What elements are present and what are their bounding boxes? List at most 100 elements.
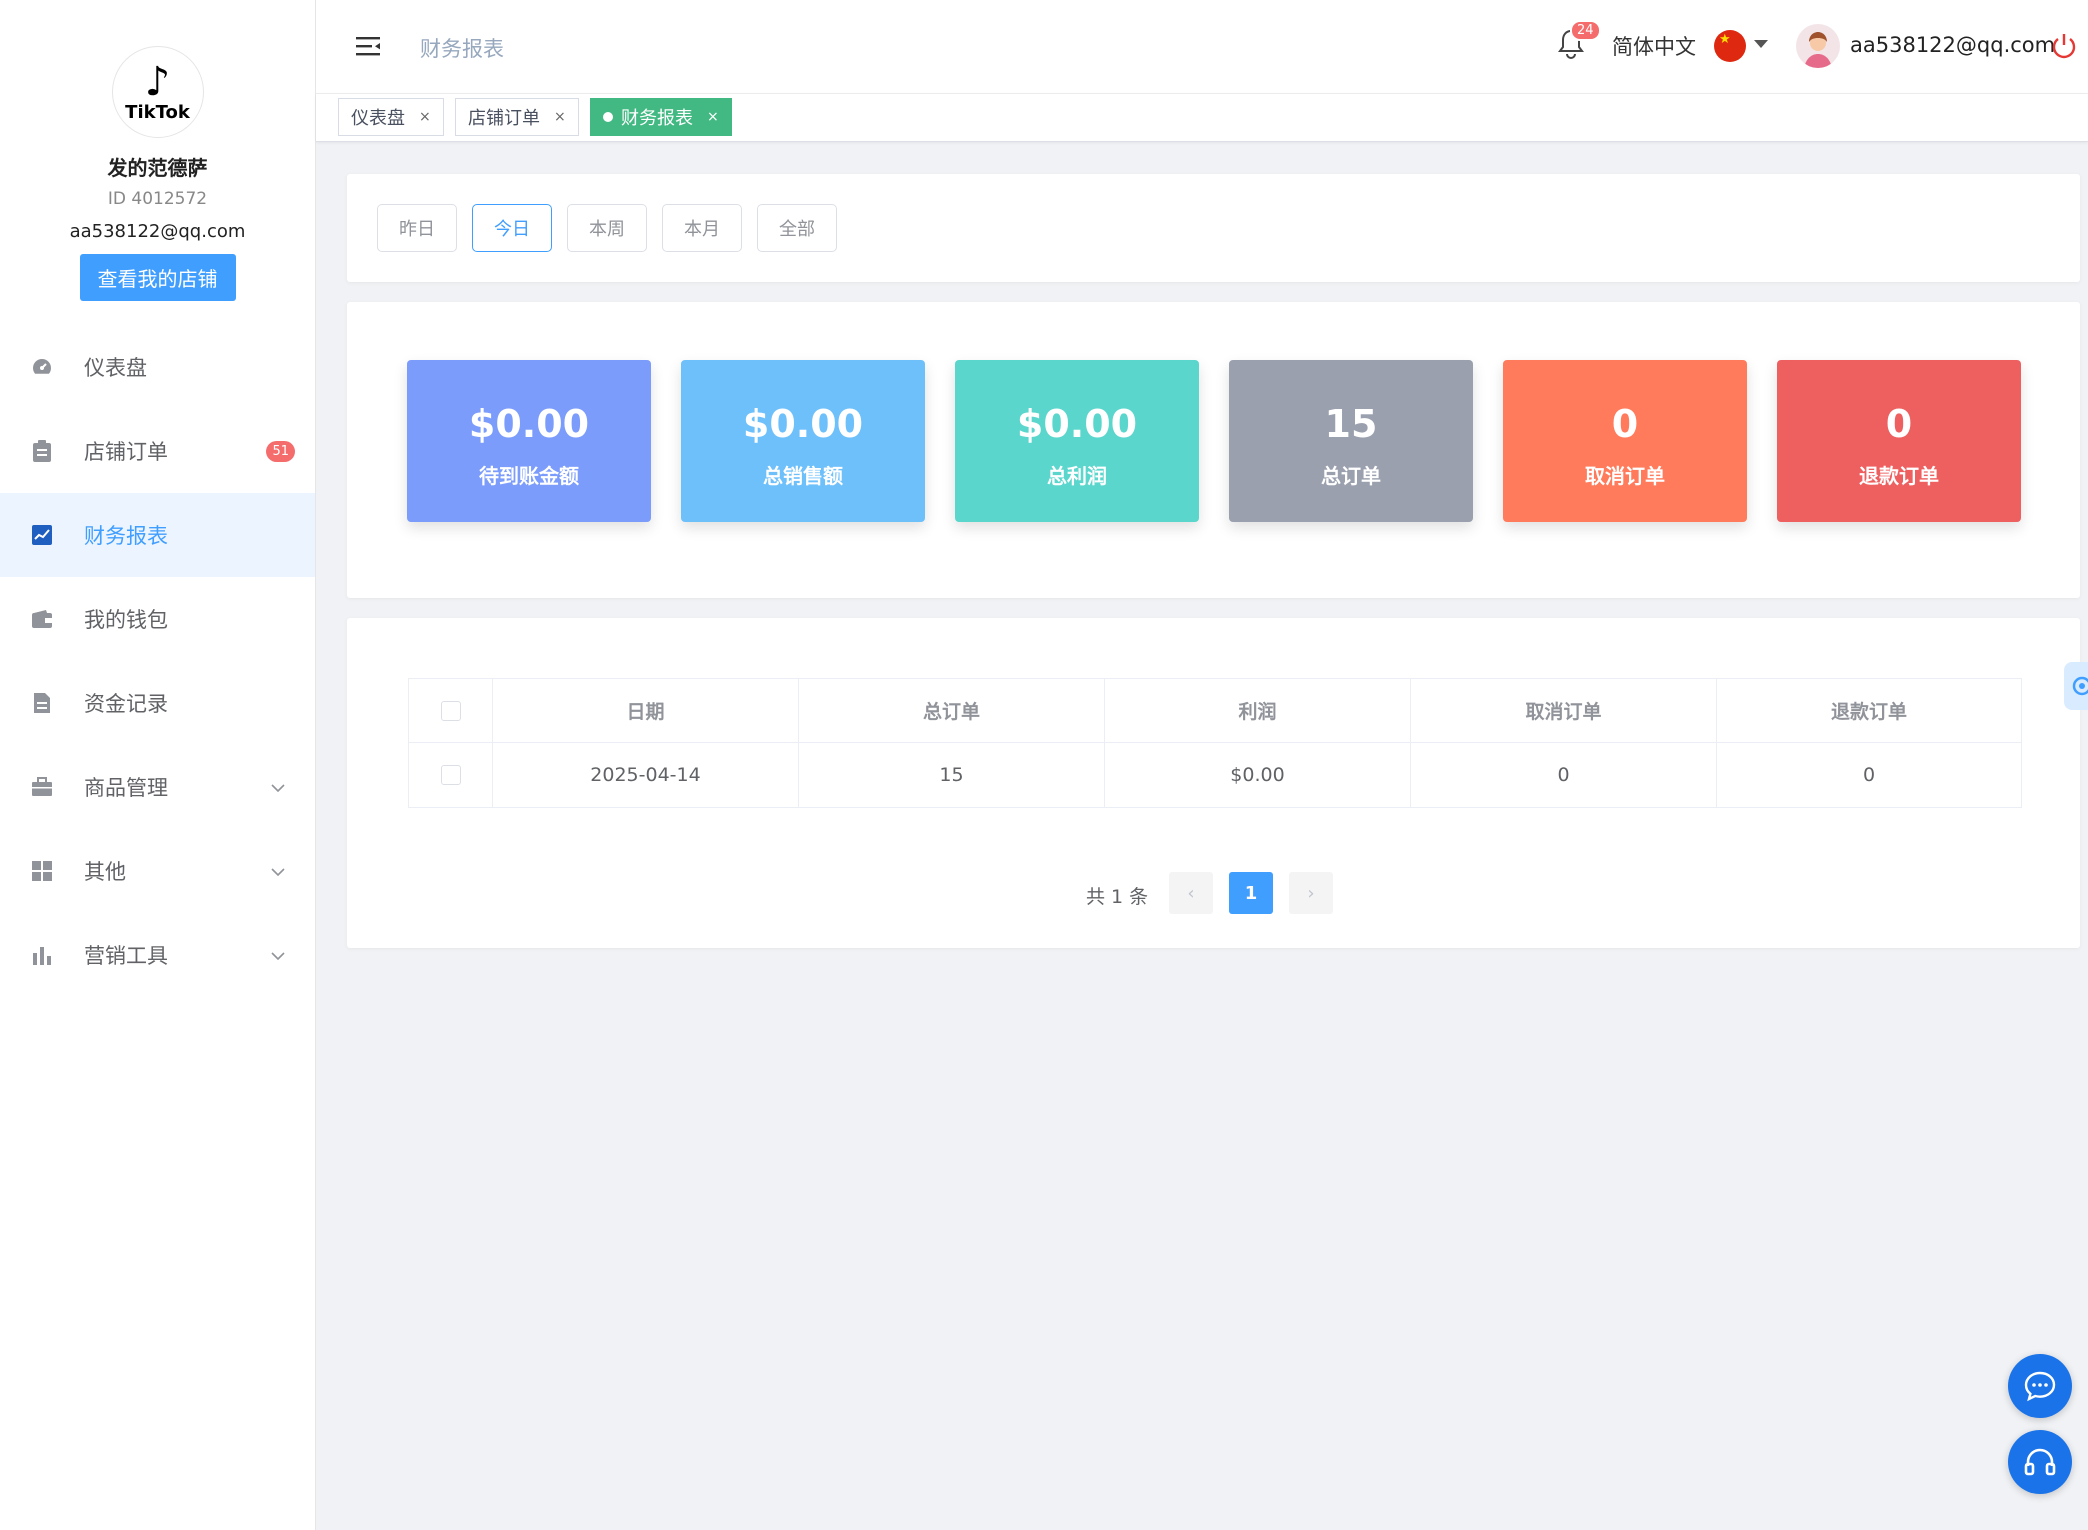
sidebar: ♪ TikTok 发的范德萨 ID 4012572 aa538122@qq.co… [0, 0, 316, 1530]
sidebar-item-financial-report[interactable]: 财务报表 [0, 493, 315, 577]
sidebar-item-dashboard[interactable]: 仪表盘 [0, 325, 315, 409]
tag-label: 仪表盘 [351, 108, 405, 129]
stat-label: 取消订单 [1585, 464, 1665, 488]
filter-all-button[interactable]: 全部 [757, 204, 837, 252]
row-checkbox[interactable] [440, 765, 461, 785]
column-header-cancelled-orders[interactable]: 取消订单 [1411, 679, 1717, 742]
tag-shop-orders[interactable]: 店铺订单 × [455, 98, 579, 136]
column-header-profit[interactable]: 利润 [1105, 679, 1411, 742]
stat-value: 0 [1885, 402, 1913, 446]
sidebar-item-shop-orders[interactable]: 店铺订单 51 [0, 409, 315, 493]
select-all-checkbox[interactable] [440, 700, 461, 721]
settings-side-tab[interactable] [2064, 662, 2088, 710]
filter-today-button[interactable]: 今日 [472, 204, 552, 252]
stat-value: $0.00 [1016, 402, 1138, 446]
table-row: 2025-04-14 15 $0.00 0 0 [409, 743, 2021, 807]
stat-label: 退款订单 [1859, 464, 1939, 488]
tag-financial-report[interactable]: 财务报表 × [590, 98, 732, 136]
chevron-down-icon [271, 862, 285, 881]
language-selector[interactable]: 简体中文 [1612, 31, 1696, 61]
report-table-card: 日期 总订单 利润 取消订单 退款订单 2025-04-14 15 $0.00 … [347, 618, 2080, 948]
close-icon[interactable]: × [554, 109, 566, 125]
view-my-shop-button[interactable]: 查看我的店铺 [79, 254, 236, 301]
column-header-total-orders[interactable]: 总订单 [799, 679, 1105, 742]
stat-value: 0 [1611, 402, 1639, 446]
stat-label: 待到账金额 [479, 464, 579, 488]
sidebar-item-label: 我的钱包 [84, 608, 168, 632]
chat-bubble-icon [2024, 1371, 2056, 1402]
tag-dashboard[interactable]: 仪表盘 × [338, 98, 444, 136]
sidebar-item-label: 店铺订单 [84, 440, 168, 464]
grid-icon [30, 859, 54, 883]
next-page-button[interactable]: › [1289, 872, 1333, 914]
music-note-icon: ♪ [144, 59, 171, 105]
top-header: 财务报表 24 简体中文 ★ aa538122@qq.com [316, 0, 2088, 94]
bar-chart-icon [30, 943, 54, 967]
prev-page-button[interactable]: ‹ [1169, 872, 1213, 914]
cell-profit: $0.00 [1105, 743, 1411, 807]
chart-icon [30, 523, 54, 547]
stat-value: $0.00 [742, 402, 864, 446]
pagination: 共 1 条 ‹ 1 › [347, 872, 2080, 914]
date-filter-card: 昨日 今日 本周 本月 全部 [347, 174, 2080, 282]
caret-down-icon[interactable] [1754, 40, 1768, 48]
stat-value: 15 [1324, 402, 1378, 446]
stat-total-orders: 15 总订单 [1229, 360, 1473, 522]
china-flag-icon[interactable]: ★ [1714, 30, 1746, 62]
sidebar-menu: 仪表盘 店铺订单 51 财务报表 我的钱包 资金记录 商品管理 其他 营销工具 [0, 325, 315, 997]
tags-view-bar: 仪表盘 × 店铺订单 × 财务报表 × [316, 94, 2088, 142]
customer-service-button[interactable] [2008, 1430, 2072, 1494]
column-header-refund-orders[interactable]: 退款订单 [1717, 679, 2021, 742]
dashboard-icon [30, 355, 54, 379]
avatar[interactable] [1796, 24, 1840, 68]
sidebar-item-label: 资金记录 [84, 692, 168, 716]
tiktok-logo: ♪ TikTok [111, 46, 204, 138]
stat-cancelled-orders: 0 取消订单 [1503, 360, 1747, 522]
menu-toggle-icon[interactable] [356, 36, 382, 62]
close-icon[interactable]: × [707, 109, 719, 125]
row-select-cell [409, 743, 493, 807]
stat-value: $0.00 [468, 402, 590, 446]
filter-yesterday-button[interactable]: 昨日 [377, 204, 457, 252]
sidebar-item-label: 仪表盘 [84, 356, 147, 380]
document-icon [30, 691, 54, 715]
cell-refund-orders: 0 [1862, 764, 1876, 786]
column-header-date[interactable]: 日期 [493, 679, 799, 742]
report-table: 日期 总订单 利润 取消订单 退款订单 2025-04-14 15 $0.00 … [408, 678, 2022, 808]
select-all-cell [409, 679, 493, 742]
sidebar-item-fund-records[interactable]: 资金记录 [0, 661, 315, 745]
sidebar-item-product-management[interactable]: 商品管理 [0, 745, 315, 829]
user-email[interactable]: aa538122@qq.com [1850, 33, 2055, 57]
orders-count-badge: 51 [266, 440, 295, 462]
active-dot-icon [603, 112, 613, 122]
shop-email: aa538122@qq.com [69, 221, 246, 242]
logo-word: TikTok [125, 102, 190, 123]
filter-this-month-button[interactable]: 本月 [662, 204, 742, 252]
sidebar-item-label: 商品管理 [84, 776, 168, 800]
cell-date: 2025-04-14 [493, 743, 799, 807]
shop-profile: ♪ TikTok 发的范德萨 ID 4012572 aa538122@qq.co… [0, 0, 315, 301]
filter-this-week-button[interactable]: 本周 [567, 204, 647, 252]
clipboard-icon [30, 439, 54, 463]
stat-label: 总销售额 [763, 464, 843, 488]
sidebar-item-my-wallet[interactable]: 我的钱包 [0, 577, 315, 661]
stat-label: 总订单 [1321, 464, 1381, 488]
sidebar-item-label: 营销工具 [84, 944, 168, 968]
shop-id: ID 4012572 [107, 189, 208, 209]
briefcase-icon [30, 775, 54, 799]
chevron-down-icon [271, 946, 285, 965]
page-1-button[interactable]: 1 [1229, 872, 1273, 914]
table-header-row: 日期 总订单 利润 取消订单 退款订单 [409, 679, 2021, 743]
headset-icon [2024, 1448, 2056, 1476]
stat-total-sales: $0.00 总销售额 [681, 360, 925, 522]
stat-refund-orders: 0 退款订单 [1777, 360, 2021, 522]
sidebar-item-other[interactable]: 其他 [0, 829, 315, 913]
chevron-down-icon [271, 778, 285, 797]
breadcrumb: 财务报表 [420, 37, 504, 61]
power-icon[interactable] [2050, 32, 2078, 64]
tag-label: 店铺订单 [468, 108, 540, 129]
close-icon[interactable]: × [419, 109, 431, 125]
chat-button[interactable] [2008, 1354, 2072, 1418]
wallet-icon [30, 607, 54, 631]
sidebar-item-marketing-tools[interactable]: 营销工具 [0, 913, 315, 997]
